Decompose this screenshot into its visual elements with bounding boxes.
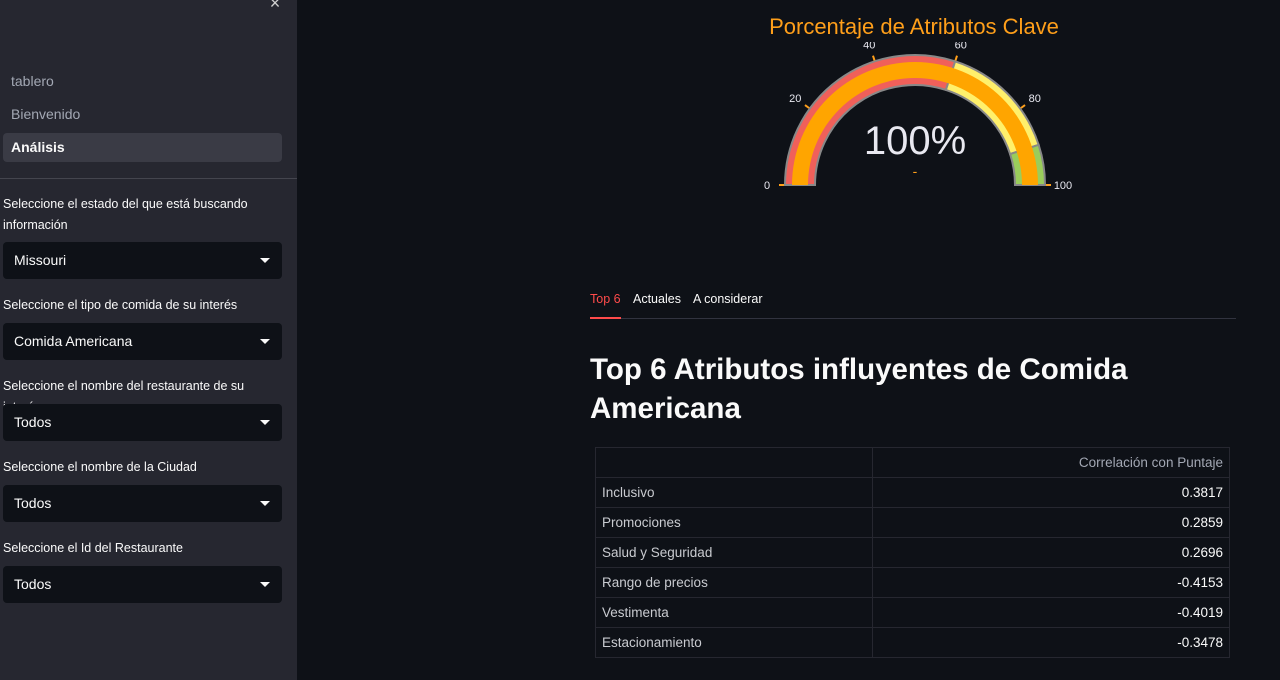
gauge-tick-mark <box>872 55 876 61</box>
table-cell-label: Inclusivo <box>595 477 873 508</box>
gauge-tick-label: 60 <box>955 42 967 51</box>
table-row: Estacionamiento -0.3478 <box>595 627 1230 658</box>
table-cell-value: 0.2859 <box>872 507 1230 538</box>
estado-select[interactable]: Missouri <box>3 242 282 279</box>
chevron-down-icon <box>260 339 270 344</box>
chevron-down-icon <box>260 420 270 425</box>
chevron-down-icon <box>260 501 270 506</box>
ciudad-label: Seleccione el nombre de la Ciudad <box>3 460 197 474</box>
table-cell-value: -0.4019 <box>872 597 1230 628</box>
sidebar-nav: tablero Bienvenido Análisis <box>3 67 282 166</box>
table-row: Rango de precios -0.4153 <box>595 567 1230 598</box>
gauge-tick-mark <box>804 104 810 109</box>
table-row: Vestimenta -0.4019 <box>595 597 1230 628</box>
table-cell-label: Rango de precios <box>595 567 873 598</box>
table-cell-label: Vestimenta <box>595 597 873 628</box>
table-header-correlation: Correlación con Puntaje <box>872 447 1230 478</box>
table-header-row: Correlación con Puntaje <box>595 447 1230 478</box>
table-cell-label: Estacionamiento <box>595 627 873 658</box>
gauge-tick-mark <box>954 55 958 61</box>
tab-a-considerar[interactable]: A considerar <box>693 289 762 319</box>
close-sidebar-icon[interactable]: × <box>266 0 284 12</box>
gauge-delta-text: - <box>913 163 918 179</box>
tipo-comida-label: Seleccione el tipo de comida de su inter… <box>3 298 238 312</box>
tipo-comida-select[interactable]: Comida Americana <box>3 323 282 360</box>
sidebar-divider <box>0 178 297 179</box>
table-row: Inclusivo 0.3817 <box>595 477 1230 508</box>
id-restaurante-select-value: Todos <box>14 576 52 592</box>
table-cell-label: Promociones <box>595 507 873 538</box>
chevron-down-icon <box>260 582 270 587</box>
page-heading: Top 6 Atributos influyentes de Comida Am… <box>590 353 1128 425</box>
id-restaurante-select[interactable]: Todos <box>3 566 282 603</box>
nav-item-analisis[interactable]: Análisis <box>3 133 282 162</box>
restaurante-select-value: Todos <box>14 414 52 430</box>
tab-actuales[interactable]: Actuales <box>633 289 681 319</box>
table-cell-value: 0.2696 <box>872 537 1230 568</box>
estado-label: Seleccione el estado del que está buscan… <box>3 197 248 232</box>
tab-bar: Top 6 Actuales A considerar <box>590 289 1236 319</box>
attributes-table: Correlación con Puntaje Inclusivo 0.3817 … <box>595 447 1230 658</box>
restaurante-select[interactable]: Todos <box>3 404 282 441</box>
gauge-value-text: 100% <box>864 119 966 163</box>
tipo-comida-select-value: Comida Americana <box>14 333 133 349</box>
gauge-chart: 0 20 40 60 80 100 100% - <box>764 42 1072 192</box>
table-row: Promociones 0.2859 <box>595 507 1230 538</box>
gauge-tick-label: 40 <box>863 42 875 51</box>
gauge-tick-label: 0 <box>764 180 770 192</box>
ciudad-select[interactable]: Todos <box>3 485 282 522</box>
table-row: Salud y Seguridad 0.2696 <box>595 537 1230 568</box>
table-cell-label: Salud y Seguridad <box>595 537 873 568</box>
id-restaurante-label: Seleccione el Id del Restaurante <box>3 541 183 555</box>
nav-item-tablero[interactable]: tablero <box>3 67 282 96</box>
gauge-tick-mark <box>1020 104 1026 109</box>
ciudad-select-value: Todos <box>14 495 52 511</box>
table-cell-value: 0.3817 <box>872 477 1230 508</box>
tab-top-6[interactable]: Top 6 <box>590 289 621 319</box>
sidebar: × tablero Bienvenido Análisis Seleccione… <box>0 0 297 680</box>
gauge-tick-label: 100 <box>1054 180 1072 192</box>
estado-select-value: Missouri <box>14 252 67 268</box>
gauge-tick-label: 80 <box>1029 93 1041 105</box>
chevron-down-icon <box>260 258 270 263</box>
table-cell-value: -0.4153 <box>872 567 1230 598</box>
table-cell-value: -0.3478 <box>872 627 1230 658</box>
gauge-tick-label: 20 <box>789 93 801 105</box>
gauge-title: Porcentaje de Atributos Clave <box>769 14 1059 39</box>
nav-item-bienvenido[interactable]: Bienvenido <box>3 100 282 129</box>
table-header-index <box>595 447 873 478</box>
